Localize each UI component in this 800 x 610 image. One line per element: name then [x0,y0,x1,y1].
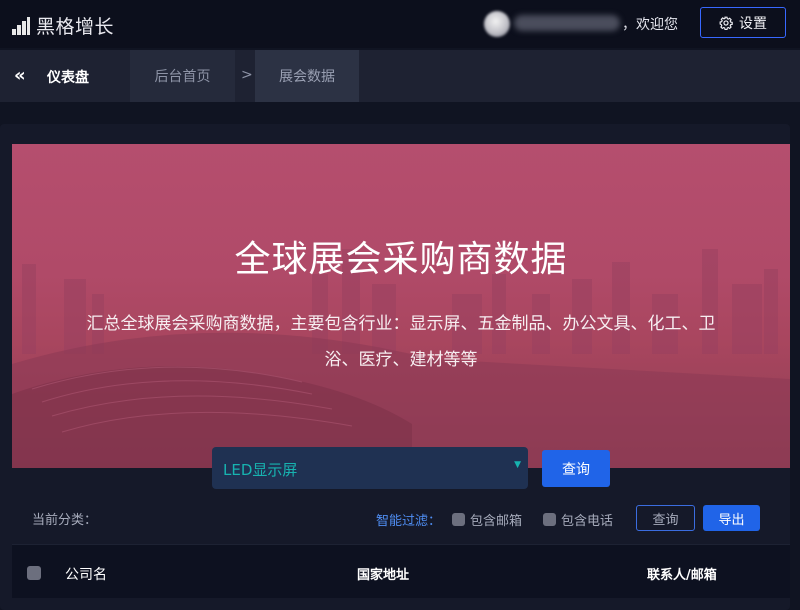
top-bar: 黑格增长 ，欢迎您 设置 [0,0,800,48]
settings-label: 设置 [739,15,767,32]
table-header: 公司名 国家地址 联系人/邮箱 [12,544,790,598]
app-name: 黑格增长 [36,16,115,38]
breadcrumb-separator: > [241,67,253,83]
breadcrumb-bar: « 仪表盘 后台首页 > 展会数据 [0,50,800,102]
select-all-checkbox[interactable] [27,566,41,580]
column-country[interactable]: 国家地址 [357,564,409,583]
checkbox-box[interactable] [452,513,465,526]
search-button[interactable]: 查询 [542,450,610,487]
app-logo[interactable]: 黑格增长 [12,12,114,39]
smart-filter-label: 智能过滤： [376,514,442,529]
include-phone-checkbox[interactable]: 包含电话 [543,510,613,529]
hero-title: 全球展会采购商数据 [234,239,568,280]
industry-select[interactable]: LED显示屏 ▼ [212,447,528,489]
include-email-checkbox[interactable]: 包含邮箱 [452,510,522,529]
dashboard-label: 仪表盘 [47,70,89,86]
double-chevron-left-icon[interactable]: « [14,65,26,86]
username-redacted [514,15,620,31]
welcome-text: ，欢迎您 [622,17,678,33]
caret-down-icon: ▼ [514,460,521,470]
include-email-label: 包含邮箱 [470,514,523,529]
query-button[interactable]: 查询 [636,505,695,531]
checkbox-box[interactable] [543,513,556,526]
bar-chart-icon [12,16,30,35]
export-button[interactable]: 导出 [703,505,760,531]
column-company[interactable]: 公司名 [65,564,107,584]
hero-description: 汇总全球展会采购商数据，主要包含行业：显示屏、五金制品、办公文具、化工、卫浴、医… [86,314,716,370]
user-avatar[interactable] [484,11,510,37]
hero-banner: 全球展会采购商数据 汇总全球展会采购商数据，主要包含行业：显示屏、五金制品、办公… [12,144,790,468]
column-contact[interactable]: 联系人/邮箱 [647,564,717,583]
settings-button[interactable]: 设置 [700,7,786,38]
include-phone-label: 包含电话 [561,514,614,529]
breadcrumb-home[interactable]: 后台首页 [130,50,235,102]
industry-select-value: LED显示屏 [223,461,298,479]
gear-icon [719,16,733,30]
current-category-label: 当前分类： [32,513,98,528]
breadcrumb-current: 展会数据 [255,50,359,102]
